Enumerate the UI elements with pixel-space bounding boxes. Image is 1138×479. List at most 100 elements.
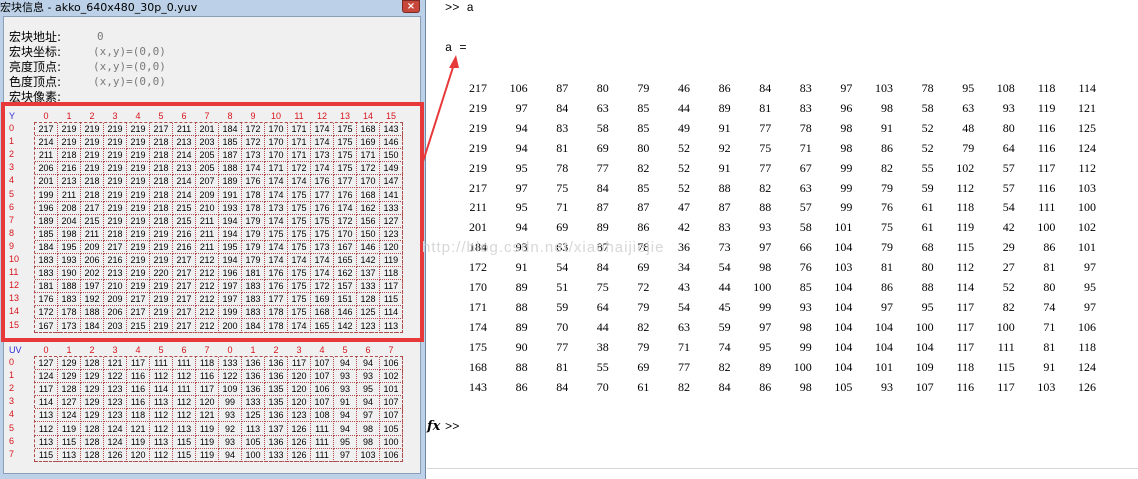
uv-pixel-value: 112	[150, 370, 173, 384]
uv-pixel-value: 115	[58, 435, 81, 449]
matrix-value: 170	[469, 280, 487, 294]
uv-pixel-value: 123	[104, 409, 127, 423]
matrix-value: 69	[556, 220, 569, 235]
matrix-value: 51	[556, 280, 569, 294]
matrix-value: 104	[915, 339, 934, 354]
matrix-value: 86	[759, 379, 772, 394]
uv-pixel-value: 126	[288, 448, 311, 462]
uv-pixel-value: 126	[288, 422, 311, 436]
function-browser-icon[interactable]: fx	[427, 419, 440, 434]
matrix-value: 55	[596, 359, 609, 374]
matrix-value: 76	[881, 200, 893, 215]
matrix-value: 99	[840, 200, 853, 215]
mb-coord-label: 宏块坐标:	[9, 45, 62, 59]
matrix-value: 117	[956, 299, 975, 314]
matrix-value: 81	[556, 359, 569, 374]
uv-pixel-value: 123	[104, 383, 127, 397]
matrix-value: 89	[759, 359, 772, 374]
uv-pixel-value: 116	[127, 383, 150, 397]
matrix-value: 61	[921, 200, 934, 215]
command-window[interactable]: >> a a = 217 106 87 80 79 46 86 84 83 97 103 78 95 10…	[422, 0, 1138, 479]
uv-pixel-value: 112	[150, 448, 173, 462]
matrix-value: 175	[469, 339, 487, 354]
matrix-value: 78	[799, 120, 812, 135]
uv-column-header: 6	[365, 345, 371, 355]
matrix-value: 106	[509, 81, 528, 95]
matrix-value: 95	[759, 339, 772, 354]
macroblock-info-window: 宏块信息 - akko_640x480_30p_0.yuv × 宏块地址: 0 …	[0, 0, 426, 479]
matrix-value: 107	[915, 379, 934, 394]
matrix-value: 82	[637, 160, 650, 175]
matrix-value: 82	[637, 319, 650, 334]
uv-pixel-value: 107	[311, 370, 334, 384]
luma-grid-highlight-box	[1, 102, 424, 342]
uv-pixel-value: 112	[150, 422, 173, 436]
uv-pixel-value: 115	[173, 435, 196, 449]
matrix-value: 84	[556, 379, 569, 394]
matrix-value: 88	[921, 280, 934, 294]
matrix-value: 48	[962, 120, 975, 135]
matrix-value: 87	[556, 81, 569, 95]
matrix-value: 79	[637, 299, 650, 314]
matrix-value: 103	[1078, 180, 1096, 195]
matrix-value: 83	[799, 100, 812, 115]
uv-pixel-value: 124	[58, 409, 81, 423]
matrix-value: 171	[469, 299, 487, 314]
matrix-value: 116	[1037, 180, 1056, 195]
matrix-value: 75	[596, 280, 609, 294]
matrix-value: 92	[718, 140, 731, 155]
close-button[interactable]: ×	[402, 0, 420, 13]
luma-origin-value: (x,y)=(0,0)	[93, 60, 166, 73]
uv-pixel-value: 129	[81, 409, 104, 423]
matrix-value: 94	[515, 140, 528, 155]
matrix-value: 100	[996, 319, 1015, 334]
matrix-value: 104	[834, 359, 853, 374]
uv-pixel-value: 115	[35, 448, 58, 462]
matrix-value: 66	[799, 240, 812, 255]
chroma-origin-label: 色度顶点:	[9, 75, 62, 89]
matrix-value: 168	[469, 359, 487, 374]
command-prompt-bottom[interactable]: >>	[445, 420, 459, 434]
uv-pixel-value: 106	[380, 448, 403, 462]
uv-pixel-value: 112	[173, 409, 196, 423]
uv-column-header: 5	[342, 345, 348, 355]
matrix-value: 117	[956, 319, 975, 334]
matrix-value: 77	[678, 359, 690, 374]
matrix-value: 88	[718, 180, 731, 195]
uv-pixel-value: 98	[357, 422, 380, 436]
matrix-value: 57	[1002, 180, 1015, 195]
matrix-value: 74	[718, 339, 731, 354]
uv-pixel-value: 128	[81, 422, 104, 436]
uv-pixel-value: 117	[35, 383, 58, 397]
matrix-value: 81	[759, 100, 772, 115]
uv-pixel-value: 105	[380, 422, 403, 436]
matrix-value: 217	[469, 81, 487, 95]
matrix-value: 86	[718, 81, 731, 95]
matrix-value: 83	[556, 120, 569, 135]
matrix-value: 103	[1037, 379, 1056, 394]
uv-row-header: 1	[9, 370, 15, 381]
matrix-value: 52	[678, 160, 690, 175]
matrix-value: 219	[469, 140, 487, 155]
uv-pixel-value: 92	[219, 422, 242, 436]
matrix-value: 95	[515, 200, 528, 215]
uv-pixel-value: 122	[104, 370, 127, 384]
matrix-value: 27	[1002, 260, 1015, 275]
matrix-value: 49	[678, 120, 690, 135]
uv-pixel-value: 116	[196, 370, 219, 384]
matrix-value: 85	[637, 180, 650, 195]
uv-column-header: 6	[181, 345, 187, 355]
matrix-value: 98	[799, 319, 812, 334]
variable-name-line: a =	[445, 41, 467, 55]
uv-pixel-value: 136	[242, 370, 265, 384]
uv-pixel-value: 91	[334, 396, 357, 410]
uv-pixel-value: 113	[35, 435, 58, 449]
matrix-value: 61	[921, 220, 934, 235]
matrix-value: 112	[956, 260, 975, 275]
uv-pixel-value: 93	[357, 370, 380, 384]
matrix-value: 69	[596, 140, 609, 155]
matrix-value: 98	[759, 260, 772, 275]
matrix-value: 44	[718, 280, 731, 294]
uv-pixel-value: 94	[357, 396, 380, 410]
uv-column-header: 7	[204, 345, 210, 355]
